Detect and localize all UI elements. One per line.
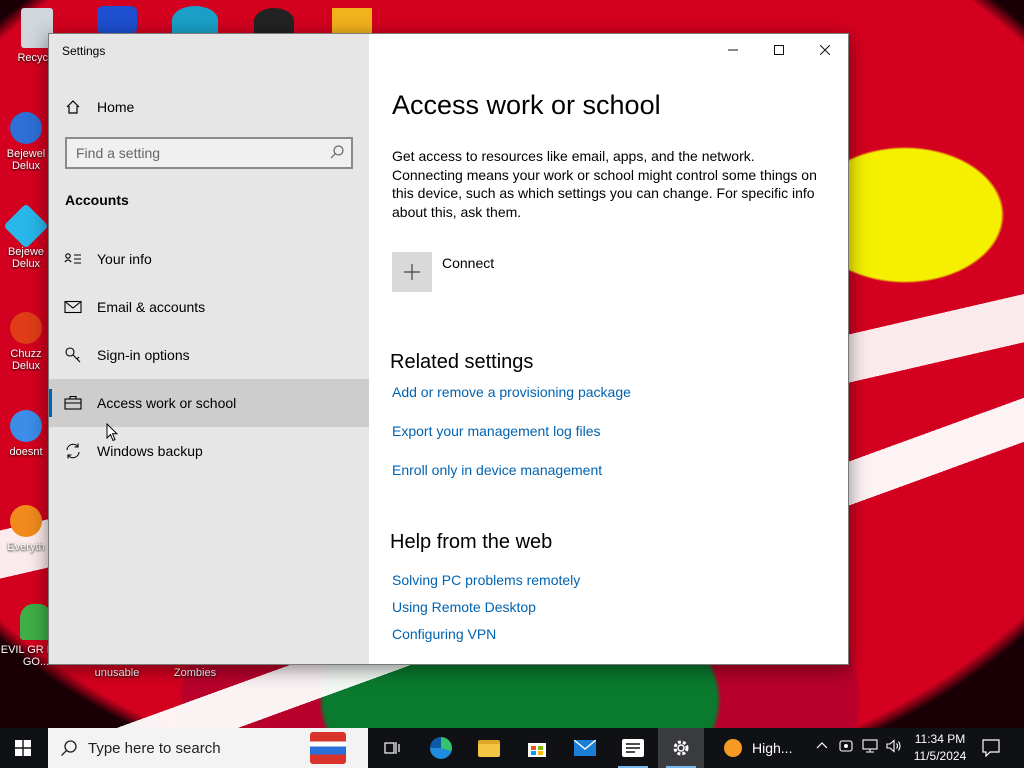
clock-time: 11:34 PM [914, 732, 966, 746]
desktop-icon-label: Chuzz Delux [10, 348, 42, 372]
desktop-icon-label: Bejewel Delux [6, 148, 46, 172]
related-settings-heading: Related settings [390, 351, 534, 373]
help-from-web-heading: Help from the web [390, 531, 553, 553]
desktop-icon-bejeweled[interactable]: Bejewel Delux [0, 112, 52, 172]
sidebar-item-label: Email & accounts [97, 299, 206, 315]
key-icon [49, 346, 97, 364]
desktop-icon-everything[interactable]: Everyth [0, 505, 52, 553]
notes-app-icon [622, 739, 644, 757]
show-hidden-icons-chevron-icon[interactable] [815, 739, 829, 756]
sidebar-item-home[interactable]: Home [49, 83, 369, 131]
link-configuring-vpn[interactable]: Configuring VPN [392, 626, 496, 642]
notification-icon [982, 739, 1000, 757]
settings-sidebar: Settings Home Find a setting Accounts Yo… [49, 34, 369, 664]
page-description: Get access to resources like email, apps… [392, 148, 817, 220]
sidebar-item-email-accounts[interactable]: Email & accounts [49, 283, 369, 331]
desktop-icon-label: Bejewe Delux [7, 246, 45, 270]
desktop-icon-partial-3[interactable] [254, 8, 294, 34]
windows-logo-icon [15, 740, 31, 756]
network-icon[interactable] [862, 739, 878, 756]
weather-label[interactable]: High... [752, 740, 792, 756]
mail-icon [574, 740, 596, 756]
sidebar-item-your-info[interactable]: Your info [49, 235, 369, 283]
weather-sun-icon [724, 739, 742, 757]
mouse-cursor-icon [106, 423, 118, 442]
taskbar-store[interactable] [514, 728, 560, 768]
task-view-icon [384, 742, 400, 754]
gem-icon [3, 203, 49, 249]
sidebar-item-label: Home [97, 99, 135, 115]
desktop-icon-label: Everyth [7, 541, 45, 553]
taskbar-weather-widget[interactable] [710, 728, 756, 768]
taskbar-edge[interactable] [418, 728, 464, 768]
start-button[interactable] [0, 728, 46, 768]
connect-button[interactable]: Connect [392, 252, 494, 292]
search-icon [61, 740, 77, 756]
connect-label: Connect [442, 255, 495, 271]
task-view-button[interactable] [369, 728, 415, 768]
system-clock[interactable]: 11:34 PM 11/5/2024 [908, 731, 972, 765]
desktop-icon-bejeweled-2[interactable]: Bejewe Delux [0, 203, 52, 270]
desktop-icon-partial-2[interactable] [172, 6, 218, 34]
desktop-icon-label: unusable [94, 667, 140, 679]
plus-icon [392, 252, 432, 292]
folder-icon [478, 739, 500, 757]
desktop-icon-unusable[interactable]: unusable [82, 667, 152, 679]
sidebar-item-label: Access work or school [97, 395, 237, 411]
settings-content: Access work or school Get access to reso… [390, 34, 848, 664]
edge-shortcut-icon [10, 410, 42, 442]
sync-icon [49, 442, 97, 460]
link-solving-pc-problems[interactable]: Solving PC problems remotely [392, 572, 580, 588]
taskbar-notes-app[interactable] [610, 728, 656, 768]
bejeweled-icon [10, 112, 42, 144]
gear-icon [673, 740, 689, 756]
search-icon[interactable] [329, 144, 345, 163]
taskbar-search-box[interactable]: Type here to search [48, 728, 368, 768]
link-export-management-logs[interactable]: Export your management log files [392, 423, 601, 439]
desktop-icon-label: Zombies [173, 667, 217, 679]
sidebar-item-label: Your info [97, 251, 152, 267]
person-card-icon [49, 252, 97, 266]
sidebar-section-heading: Accounts [65, 192, 129, 208]
find-setting-search-box[interactable]: Find a setting [65, 137, 353, 169]
desktop-icon-partial-4[interactable] [332, 8, 372, 34]
search-app-icon [10, 505, 42, 537]
desktop-icon-doesnt[interactable]: doesnt [0, 410, 52, 458]
search-placeholder: Find a setting [76, 145, 161, 161]
chuzzle-icon [10, 312, 42, 344]
taskbar: Type here to search High... 11:34 PM 11/… [0, 728, 1024, 768]
window-title: Settings [62, 44, 106, 58]
desktop-icon-chuzzle[interactable]: Chuzz Delux [0, 312, 52, 372]
desktop-icon-zombies[interactable]: Zombies [160, 667, 230, 679]
desktop-icon-partial-1[interactable] [97, 6, 137, 34]
sidebar-item-label: Sign-in options [97, 347, 190, 363]
home-icon [49, 99, 97, 115]
search-highlight-icon[interactable] [310, 732, 346, 764]
sidebar-item-sign-in-options[interactable]: Sign-in options [49, 331, 369, 379]
taskbar-file-explorer[interactable] [466, 728, 512, 768]
link-enroll-device-management[interactable]: Enroll only in device management [392, 462, 602, 478]
edge-icon [430, 737, 452, 759]
desktop-icon-label: doesnt [9, 446, 43, 458]
page-title: Access work or school [392, 90, 661, 120]
sidebar-item-windows-backup[interactable]: Windows backup [49, 427, 369, 475]
taskbar-search-placeholder: Type here to search [88, 739, 221, 757]
volume-icon[interactable] [886, 739, 902, 756]
taskbar-settings[interactable] [658, 728, 704, 768]
link-provisioning-package[interactable]: Add or remove a provisioning package [392, 384, 631, 400]
clock-date: 11/5/2024 [913, 749, 967, 763]
briefcase-icon [49, 395, 97, 411]
tray-app-icon[interactable] [839, 739, 853, 756]
action-center-button[interactable] [968, 728, 1014, 768]
sidebar-item-access-work-school[interactable]: Access work or school [49, 379, 369, 427]
sidebar-item-label: Windows backup [97, 443, 203, 459]
taskbar-mail[interactable] [562, 728, 608, 768]
store-icon [528, 743, 546, 757]
settings-window: Settings Home Find a setting Accounts Yo… [48, 33, 849, 665]
link-using-remote-desktop[interactable]: Using Remote Desktop [392, 599, 536, 615]
mail-icon [49, 300, 97, 314]
